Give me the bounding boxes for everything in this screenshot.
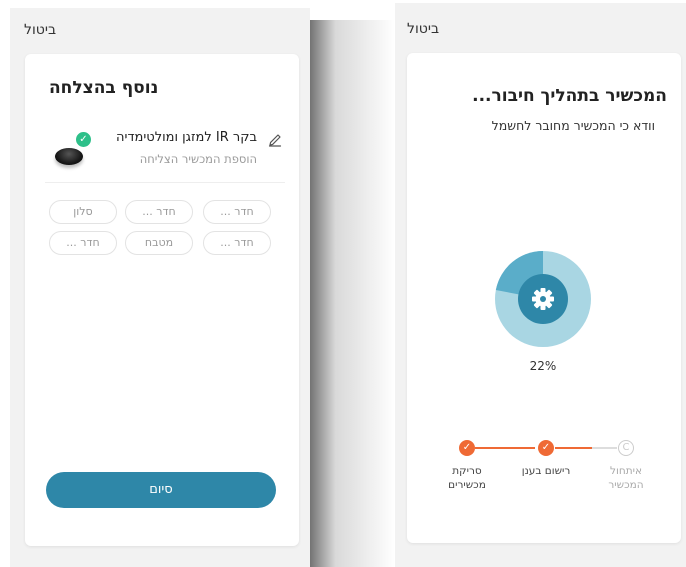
ir-controller-image (55, 148, 83, 165)
device-status: הוספת המכשיר הצליחה (139, 152, 257, 166)
connecting-card: המכשיר בתהליך חיבור... וודא כי המכשיר מח… (407, 53, 681, 543)
room-chip[interactable]: חדר ... (49, 231, 117, 255)
room-chip[interactable]: חדר ... (125, 200, 193, 224)
gear-icon (532, 288, 554, 310)
device-row: ✓ בקר IR למזגן ומולטימדיה הוספת המכשיר ה… (45, 126, 283, 176)
device-name: בקר IR למזגן ומולטימדיה (116, 130, 257, 145)
finish-button[interactable]: סיום (46, 472, 276, 508)
success-card: נוסף בהצלחה ✓ בקר IR למזגן ומולטימדיה הו… (25, 54, 299, 546)
check-icon: ✓ (538, 440, 554, 456)
room-chip[interactable]: חדר ... (203, 200, 271, 224)
step-label-init: איתחול המכשיר (608, 465, 644, 491)
divider (45, 182, 285, 183)
connecting-screen: ביטול המכשיר בתהליך חיבור... וודא כי המכ… (395, 3, 686, 567)
check-icon: ✓ (75, 131, 92, 148)
pending-step-icon: C (618, 440, 634, 456)
room-chip-living-room[interactable]: סלון (49, 200, 117, 224)
room-chip-kitchen[interactable]: מטבח (125, 231, 193, 255)
step-label-cloud: רישום בענן (521, 465, 571, 477)
cancel-link[interactable]: ביטול (407, 21, 439, 37)
success-screen: ביטול נוסף בהצלחה ✓ בקר IR למזגן ומולטימ… (10, 8, 310, 567)
room-chip[interactable]: חדר ... (203, 231, 271, 255)
step-label-scan: סריקת מכשירים (448, 465, 486, 491)
screens-divider-shadow (310, 20, 395, 567)
progress-ring (495, 251, 591, 347)
step-connector (475, 447, 535, 449)
edit-icon[interactable] (267, 132, 283, 148)
connecting-subtitle: וודא כי המכשיר מחובר לחשמל (491, 118, 655, 133)
step-connector (555, 447, 617, 449)
connecting-title: המכשיר בתהליך חיבור... (472, 86, 667, 106)
success-title: נוסף בהצלחה (49, 78, 159, 98)
connection-steps: ✓ ✓ C סריקת מכשירים רישום בענן איתחול המ… (437, 435, 657, 505)
cancel-link[interactable]: ביטול (24, 22, 56, 38)
progress-percent: 22% (529, 359, 557, 373)
check-icon: ✓ (459, 440, 475, 456)
